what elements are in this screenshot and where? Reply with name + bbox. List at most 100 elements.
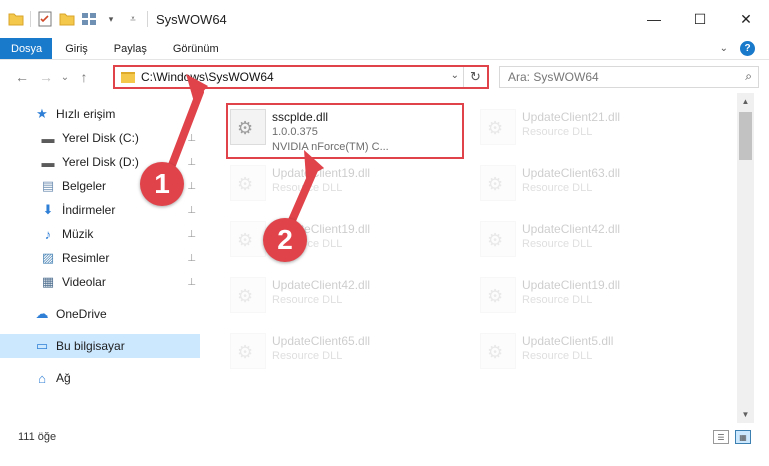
file-tile[interactable]: ⚙ UpdateClient19.dll Resource DLL bbox=[226, 215, 464, 271]
recent-locations-button[interactable]: ⌄ bbox=[58, 65, 72, 89]
file-name: UpdateClient5.dll bbox=[522, 334, 614, 348]
back-button[interactable]: ← bbox=[10, 65, 34, 89]
sidebar-item-label: Resimler bbox=[62, 251, 110, 265]
file-tile[interactable]: ⚙ UpdateClient21.dll Resource DLL bbox=[476, 103, 714, 159]
sidebar-item[interactable]: ★ Hızlı erişim bbox=[0, 102, 200, 126]
window-title: SysWOW64 bbox=[156, 11, 227, 27]
file-description: Resource DLL bbox=[522, 350, 593, 362]
new-folder-icon[interactable] bbox=[59, 11, 75, 27]
pin-icon[interactable]: ⊥ bbox=[187, 157, 196, 168]
gear-icon: ⚙ bbox=[237, 174, 254, 194]
pin-icon[interactable]: ⊥ bbox=[187, 277, 196, 288]
file-text: UpdateClient19.dll Resource DLL bbox=[272, 165, 370, 196]
file-name: UpdateClient19.dll bbox=[272, 166, 371, 180]
dll-file-icon: ⚙ bbox=[230, 277, 266, 313]
sidebar-item-label: Bu bilgisayar bbox=[56, 339, 125, 353]
chevron-down-icon[interactable]: ▾ bbox=[103, 11, 119, 27]
close-button[interactable]: ✕ bbox=[723, 0, 769, 38]
pictures-icon: ▨ bbox=[41, 250, 55, 265]
title-bar: ▾ ⩡ SysWOW64 — ☐ ✕ bbox=[0, 0, 769, 38]
file-name: UpdateClient19.dll bbox=[522, 278, 621, 292]
sidebar-item[interactable]: ▭ Bu bilgisayar bbox=[0, 334, 200, 358]
address-path[interactable]: C:\Windows\SysWOW64 bbox=[141, 70, 274, 84]
sidebar-item-label: Ağ bbox=[56, 371, 71, 385]
file-tile[interactable]: ⚙ UpdateClient42.dll Resource DLL bbox=[226, 271, 464, 327]
tab-giris[interactable]: Giriş bbox=[52, 38, 101, 59]
status-bar: 111 öğe ☰ ▦ bbox=[0, 424, 769, 450]
scroll-thumb[interactable] bbox=[739, 112, 752, 160]
minimize-button[interactable]: — bbox=[631, 0, 677, 38]
file-description: Resource DLL bbox=[522, 294, 593, 306]
cloud-icon: ☁ bbox=[35, 306, 49, 321]
address-dropdown-button[interactable]: ⌄ bbox=[451, 70, 459, 81]
video-icon: ▦ bbox=[41, 274, 55, 289]
forward-button[interactable]: → bbox=[34, 65, 58, 89]
file-text: UpdateClient21.dll Resource DLL bbox=[522, 109, 620, 140]
sidebar-item-label: Müzik bbox=[62, 227, 94, 241]
music-icon: ♪ bbox=[44, 226, 52, 242]
scroll-down-button[interactable]: ▼ bbox=[737, 406, 754, 423]
file-name: UpdateClient65.dll bbox=[272, 334, 371, 348]
sidebar-item[interactable]: ☁ OneDrive bbox=[0, 302, 200, 326]
dll-file-icon: ⚙ bbox=[480, 333, 516, 369]
sidebar-item[interactable]: ⌂ Ağ bbox=[0, 366, 200, 390]
file-name: UpdateClient21.dll bbox=[522, 110, 621, 124]
sidebar-item[interactable]: ▨ Resimler ⊥ bbox=[0, 246, 200, 270]
navigation-pane: ★ Hızlı erişim ▬ Yerel Disk (C:) ⊥ ▬ Yerel Dis… bbox=[0, 98, 204, 418]
view-options-icon[interactable] bbox=[81, 11, 97, 27]
sidebar-item[interactable]: ♪ Müzik ⊥ bbox=[0, 222, 200, 246]
star-icon: ★ bbox=[36, 106, 48, 121]
callout-1: 1 bbox=[140, 162, 184, 206]
gear-icon: ⚙ bbox=[487, 230, 504, 250]
sidebar-item-label: Hızlı erişim bbox=[56, 107, 116, 121]
maximize-button[interactable]: ☐ bbox=[677, 0, 723, 38]
file-description: Resource DLL bbox=[522, 238, 593, 250]
file-text: UpdateClient19.dll Resource DLL bbox=[522, 277, 620, 308]
tab-gorunum[interactable]: Görünüm bbox=[160, 38, 232, 59]
vertical-scrollbar[interactable]: ▲ ▼ bbox=[737, 93, 754, 423]
ribbon-tabs: Dosya Giriş Paylaş Görünüm ⌄ ? bbox=[0, 38, 769, 60]
file-description: Resource DLL bbox=[522, 126, 593, 138]
pin-icon[interactable]: ⊥ bbox=[187, 181, 196, 192]
pin-icon[interactable]: ⊥ bbox=[187, 133, 196, 144]
refresh-button[interactable]: ↻ bbox=[463, 67, 487, 87]
network-icon: ⌂ bbox=[38, 370, 46, 386]
address-bar[interactable]: C:\Windows\SysWOW64 ⌄ ↻ bbox=[113, 65, 489, 89]
file-tile[interactable]: ⚙ UpdateClient5.dll Resource DLL bbox=[476, 327, 714, 383]
file-tile[interactable]: ⚙ UpdateClient65.dll Resource DLL bbox=[226, 327, 464, 383]
pin-icon[interactable]: ⊥ bbox=[187, 253, 196, 264]
search-placeholder: Ara: SysWOW64 bbox=[508, 70, 599, 84]
documents-icon: ▤ bbox=[41, 178, 55, 193]
navigation-bar: ← → ⌄ ↑ C:\Windows\SysWOW64 ⌄ ↻ Ara: Sys… bbox=[0, 61, 769, 93]
pin-icon[interactable]: ⊥ bbox=[187, 205, 196, 216]
tiles-view-icon[interactable]: ▦ bbox=[735, 430, 751, 444]
search-icon[interactable]: ⌕ bbox=[745, 69, 752, 84]
up-button[interactable]: ↑ bbox=[72, 65, 96, 89]
expand-ribbon-icon[interactable]: ⌄ bbox=[720, 43, 728, 54]
file-name: UpdateClient63.dll bbox=[522, 166, 621, 180]
toolbar-separator bbox=[30, 11, 31, 27]
gear-icon: ⚙ bbox=[237, 230, 254, 250]
tab-dosya[interactable]: Dosya bbox=[0, 38, 53, 59]
help-icon[interactable]: ? bbox=[740, 41, 755, 56]
file-description: Resource DLL bbox=[272, 350, 343, 362]
file-tile[interactable]: ⚙ UpdateClient19.dll Resource DLL bbox=[226, 159, 464, 215]
file-tile[interactable]: ⚙ UpdateClient42.dll Resource DLL bbox=[476, 215, 714, 271]
properties-icon[interactable] bbox=[37, 11, 53, 27]
sidebar-item[interactable]: ▬ Yerel Disk (C:) ⊥ bbox=[0, 126, 200, 150]
customize-toolbar-icon[interactable]: ⩡ bbox=[125, 11, 141, 27]
drive-icon: ▬ bbox=[41, 130, 55, 146]
file-text: UpdateClient63.dll Resource DLL bbox=[522, 165, 620, 196]
download-icon: ⬇ bbox=[42, 202, 54, 217]
file-tile[interactable]: ⚙ UpdateClient63.dll Resource DLL bbox=[476, 159, 714, 215]
gear-icon: ⚙ bbox=[237, 286, 254, 306]
file-tile[interactable]: ⚙ UpdateClient19.dll Resource DLL bbox=[476, 271, 714, 327]
file-description: Resource DLL bbox=[522, 182, 593, 194]
details-view-icon[interactable]: ☰ bbox=[713, 430, 729, 444]
pin-icon[interactable]: ⊥ bbox=[187, 229, 196, 240]
sidebar-item[interactable]: ▦ Videolar ⊥ bbox=[0, 270, 200, 294]
dll-file-icon: ⚙ bbox=[480, 221, 516, 257]
search-input[interactable]: Ara: SysWOW64 ⌕ bbox=[499, 66, 759, 88]
tab-paylas[interactable]: Paylaş bbox=[101, 38, 160, 59]
scroll-up-button[interactable]: ▲ bbox=[737, 93, 754, 110]
